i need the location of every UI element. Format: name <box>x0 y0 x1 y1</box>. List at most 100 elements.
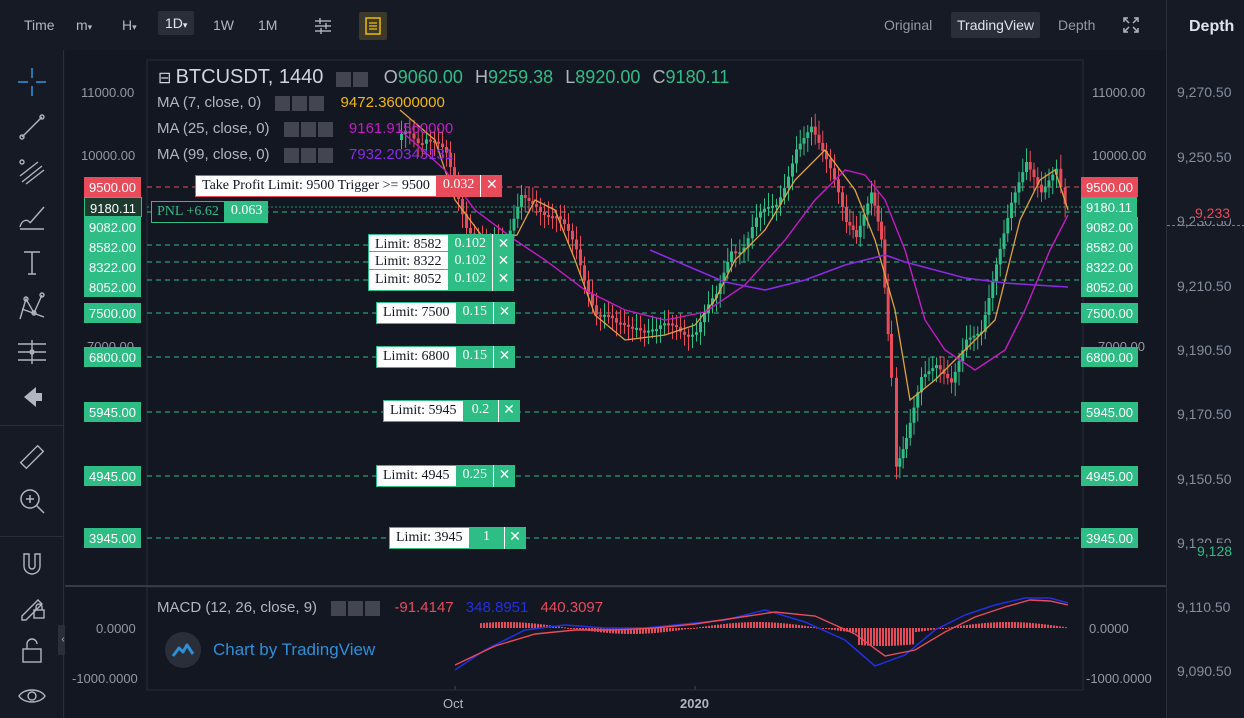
trend-line-icon[interactable] <box>16 111 48 143</box>
measure-icon[interactable] <box>16 336 48 368</box>
macd-bar <box>873 628 875 646</box>
lock-drawings-icon[interactable] <box>16 590 48 622</box>
crosshair-icon[interactable] <box>16 66 48 98</box>
price-tag-9082: 9082.00 <box>84 217 141 237</box>
macd-bar <box>765 622 767 628</box>
eye-toggle-icon[interactable] <box>335 71 351 87</box>
limit-order-5945[interactable]: Limit: 5945 0.2 ✕ <box>383 400 520 422</box>
cancel-order-icon[interactable]: ✕ <box>493 302 515 324</box>
candlestick-series <box>400 113 1067 480</box>
macd-bar <box>507 622 509 628</box>
candle-body <box>1051 174 1055 181</box>
close-icon[interactable] <box>365 600 381 616</box>
take-profit-order[interactable]: Take Profit Limit: 9500 Trigger >= 9500 … <box>195 175 503 197</box>
week-interval-button[interactable]: 1W <box>213 17 234 33</box>
candle-body <box>551 216 554 219</box>
gear-icon[interactable] <box>352 71 368 87</box>
ma25-legend: MA (25, close, 0) 9161.91560000 <box>157 120 454 137</box>
eye-toggle-icon[interactable] <box>283 147 299 163</box>
collapse-legend-icon[interactable]: ⊟ <box>158 70 171 87</box>
eye-toggle-icon[interactable] <box>331 600 347 616</box>
macd-bar <box>918 628 920 632</box>
gear-icon[interactable] <box>292 95 308 111</box>
close-icon[interactable] <box>317 121 333 137</box>
magnet-icon[interactable] <box>16 548 48 580</box>
cancel-order-icon[interactable]: ✕ <box>493 346 515 368</box>
close-icon[interactable] <box>309 95 325 111</box>
gear-icon[interactable] <box>348 600 364 616</box>
candle-body <box>512 218 516 231</box>
order-label: Take Profit Limit: 9500 Trigger >= 9500 <box>195 175 437 197</box>
macd-bar <box>756 622 758 628</box>
limit-order-3945[interactable]: Limit: 3945 1 ✕ <box>389 527 526 549</box>
macd-bar <box>825 628 827 629</box>
limit-order-8052[interactable]: Limit: 8052 0.102 ✕ <box>368 269 514 291</box>
pattern-icon[interactable] <box>16 291 48 323</box>
price-tag-4945-right: 4945.00 <box>1081 466 1138 486</box>
macd-bar <box>513 622 515 628</box>
close-icon[interactable] <box>317 147 333 163</box>
ruler-icon[interactable] <box>16 441 48 473</box>
ma99-value: 7932.20343131 <box>348 146 454 163</box>
limit-order-6800[interactable]: Limit: 6800 0.15 ✕ <box>376 346 515 368</box>
pitchfork-icon[interactable] <box>16 156 48 188</box>
view-depth-tab[interactable]: Depth <box>1058 17 1095 33</box>
candle-body <box>1010 202 1013 219</box>
candle-body <box>603 314 606 317</box>
macd-bar <box>780 623 782 628</box>
left-axis-label: 11000.00 <box>81 85 135 100</box>
gear-icon[interactable] <box>300 121 316 137</box>
macd-bar <box>864 628 866 646</box>
limit-order-7500[interactable]: Limit: 7500 0.15 ✕ <box>376 302 515 324</box>
unlock-icon[interactable] <box>16 634 48 666</box>
candle-body <box>595 305 598 315</box>
macd-bar <box>993 622 995 628</box>
text-tool-icon[interactable] <box>16 246 48 278</box>
price-tag-7500-right: 7500.00 <box>1081 303 1138 323</box>
day-interval-button[interactable]: 1D▾ <box>158 11 195 35</box>
eye-icon[interactable] <box>16 680 48 712</box>
chart-area[interactable]: ⊟ BTCUSDT, 1440 O9060.00 H9259.38 L8920.… <box>65 50 1166 718</box>
right-axis-label: 10000.00 <box>1092 148 1147 163</box>
cancel-order-icon[interactable]: ✕ <box>503 527 526 549</box>
gear-icon[interactable] <box>300 147 316 163</box>
macd-bar <box>837 628 839 631</box>
position-qty: 0.063 <box>224 201 269 223</box>
candle-body <box>858 225 862 238</box>
tradingview-watermark[interactable]: Chart by TradingView <box>165 632 375 668</box>
eye-toggle-icon[interactable] <box>283 121 299 137</box>
candle-body <box>527 198 531 202</box>
month-interval-button[interactable]: 1M <box>258 17 277 33</box>
indicators-icon[interactable] <box>359 12 387 40</box>
minute-dropdown[interactable]: m▾ <box>76 17 92 33</box>
candle-body <box>420 143 424 146</box>
settings-sliders-icon[interactable] <box>309 12 337 40</box>
limit-order-4945[interactable]: Limit: 4945 0.25 ✕ <box>376 465 515 487</box>
arrow-back-icon[interactable] <box>16 381 48 413</box>
macd-bar <box>855 628 857 633</box>
candle-body <box>841 192 844 207</box>
position-pnl[interactable]: PNL +6.62 0.063 <box>151 201 269 223</box>
symbol-legend: ⊟ BTCUSDT, 1440 O9060.00 H9259.38 L8920.… <box>158 66 730 88</box>
fullscreen-icon[interactable] <box>1121 15 1141 40</box>
macd-bar <box>984 623 986 628</box>
candle-body <box>651 329 654 332</box>
price-tag-9082-right: 9082.00 <box>1081 217 1138 237</box>
view-tradingview-tab[interactable]: TradingView <box>951 12 1041 38</box>
hour-dropdown[interactable]: H▾ <box>122 17 137 33</box>
cancel-order-icon[interactable]: ✕ <box>480 175 503 197</box>
price-tag-6800-right: 6800.00 <box>1081 347 1138 367</box>
zoom-in-icon[interactable] <box>16 485 48 517</box>
cancel-order-icon[interactable]: ✕ <box>493 465 515 487</box>
ma99-line <box>649 249 1069 291</box>
time-button[interactable]: Time <box>24 17 55 33</box>
view-original-tab[interactable]: Original <box>884 17 932 33</box>
macd-bar <box>732 623 734 628</box>
time-label-2020: 2020 <box>680 696 709 711</box>
macd-bar <box>1044 624 1046 628</box>
eye-toggle-icon[interactable] <box>275 95 291 111</box>
brush-icon[interactable] <box>16 201 48 233</box>
cancel-order-icon[interactable]: ✕ <box>497 400 520 422</box>
cancel-order-icon[interactable]: ✕ <box>492 269 514 291</box>
candle-body <box>767 206 770 209</box>
